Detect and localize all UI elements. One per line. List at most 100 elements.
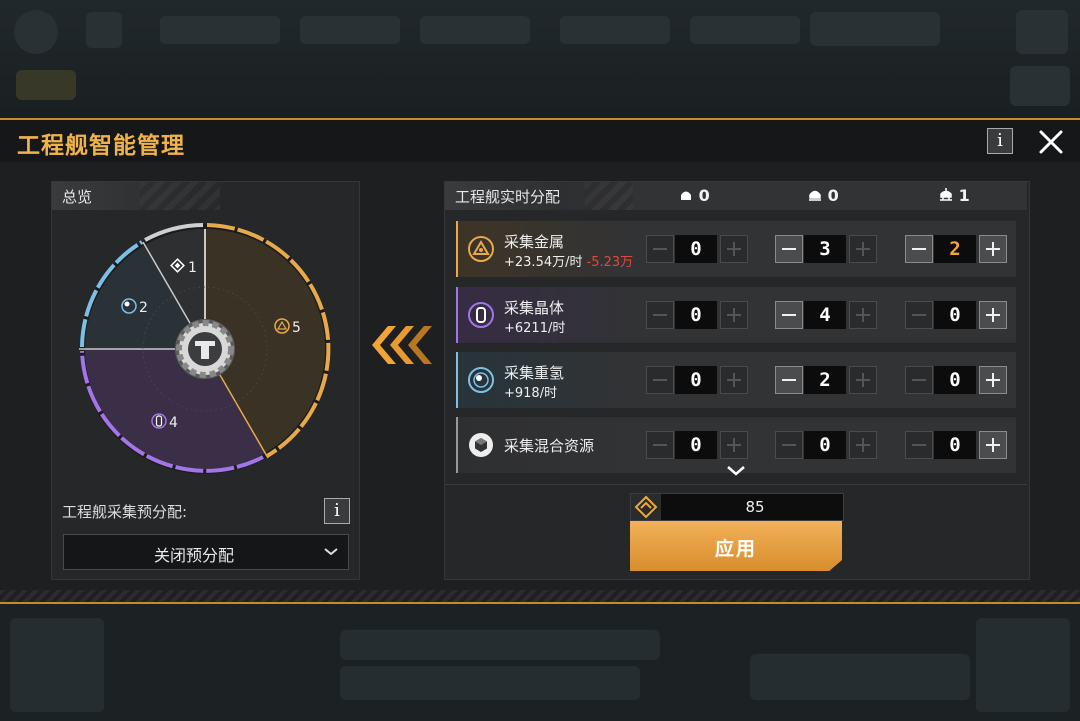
metal-row-rate-negative: -5.23万 — [586, 255, 634, 270]
stepper-value: 0 — [675, 431, 717, 459]
ship-small-icon — [681, 191, 691, 200]
hydrogen-count: 2 — [139, 300, 148, 316]
minus-button[interactable] — [775, 431, 803, 459]
plus-button[interactable] — [720, 366, 748, 394]
divider — [445, 484, 1027, 485]
plus-button[interactable] — [849, 301, 877, 329]
header-stripes — [585, 182, 633, 210]
diamond-count: 1 — [188, 260, 197, 276]
mixed-stepper-3: 0 — [905, 431, 1007, 459]
modal-hatch-strip — [0, 590, 1080, 602]
mixed-stepper-1: 0 — [646, 431, 748, 459]
hydrogen-stepper-2: 2 — [775, 366, 877, 394]
crystal-row-rate: +6211/时 — [504, 321, 566, 336]
crystal-count: 4 — [169, 415, 178, 431]
apply-button[interactable]: 应用 — [630, 521, 842, 571]
crystal-icon — [468, 302, 494, 328]
crystal-stepper-3: 0 — [905, 301, 1007, 329]
chevron-down-icon — [324, 541, 338, 565]
preset-info-button[interactable]: i — [324, 498, 350, 524]
minus-button[interactable] — [646, 366, 674, 394]
apply-button-label: 应用 — [714, 538, 757, 560]
minus-button[interactable] — [775, 301, 803, 329]
header-stripes — [140, 182, 220, 210]
overview-header-label: 总览 — [62, 188, 93, 206]
plus-button[interactable] — [720, 301, 748, 329]
info-button[interactable]: i — [987, 128, 1013, 154]
metal-icon — [468, 236, 494, 262]
modal-title: 工程舰智能管理 — [17, 133, 185, 159]
modal-bottom-border — [0, 602, 1080, 604]
stepper-value: 2 — [934, 235, 976, 263]
minus-button[interactable] — [646, 301, 674, 329]
stepper-value: 3 — [804, 235, 846, 263]
column-header-2: 0 — [808, 186, 839, 205]
hydrogen-row: 采集重氢 +918/时 0 2 0 — [456, 352, 1016, 408]
metal-stepper-2: 3 — [775, 235, 877, 263]
ship-medium-icon — [809, 190, 821, 201]
hydrogen-icon — [468, 367, 494, 393]
metal-count: 5 — [292, 320, 301, 336]
plus-button[interactable] — [979, 301, 1007, 329]
stepper-value: 4 — [804, 301, 846, 329]
crystal-stepper-2: 4 — [775, 301, 877, 329]
hydrogen-stepper-1: 0 — [646, 366, 748, 394]
cost-value: 85 — [745, 498, 765, 516]
minus-button[interactable] — [775, 235, 803, 263]
stepper-value: 0 — [934, 366, 976, 394]
preset-select[interactable]: 关闭预分配 — [63, 534, 349, 570]
plus-button[interactable] — [979, 366, 1007, 394]
minus-button[interactable] — [905, 301, 933, 329]
metal-stepper-3: 2 — [905, 235, 1007, 263]
realtime-header-label: 工程舰实时分配 — [455, 188, 561, 206]
hydrogen-row-name: 采集重氢 — [504, 364, 565, 382]
mixed-stepper-2: 0 — [775, 431, 877, 459]
stepper-value: 0 — [675, 366, 717, 394]
plus-button[interactable] — [979, 431, 1007, 459]
mixed-resource-icon — [469, 433, 493, 457]
background-bottom-hud — [0, 604, 1080, 721]
plus-button[interactable] — [849, 235, 877, 263]
plus-button[interactable] — [849, 431, 877, 459]
crystal-row-name: 采集晶体 — [504, 299, 565, 317]
hydrogen-stepper-3: 0 — [905, 366, 1007, 394]
hydrogen-row-rate: +918/时 — [504, 386, 558, 401]
preset-select-value: 关闭预分配 — [153, 546, 234, 565]
metal-row-name: 采集金属 — [504, 233, 565, 251]
minus-button[interactable] — [905, 235, 933, 263]
minus-button[interactable] — [646, 431, 674, 459]
stepper-value: 0 — [675, 235, 717, 263]
minus-button[interactable] — [905, 366, 933, 394]
stepper-value: 2 — [804, 366, 846, 394]
column-header-1: 0 — [679, 186, 710, 205]
plus-button[interactable] — [979, 235, 1007, 263]
minus-button[interactable] — [775, 366, 803, 394]
column-header-3: 1 — [939, 186, 970, 205]
ship-distribution-chart: 1 2 5 4 — [79, 223, 331, 474]
close-icon — [1039, 130, 1063, 154]
metal-row: 采集金属 +23.54万/时 -5.23万 0 3 2 — [456, 221, 1016, 277]
stepper-value: 0 — [675, 301, 717, 329]
plus-button[interactable] — [720, 235, 748, 263]
metal-row-rate: +23.54万/时 -5.23万 — [504, 255, 634, 270]
plus-button[interactable] — [720, 431, 748, 459]
crystal-row: 采集晶体 +6211/时 0 4 0 — [456, 287, 1016, 343]
plus-button[interactable] — [849, 366, 877, 394]
energy-icon — [631, 494, 661, 520]
scroll-down-chevron-icon[interactable] — [726, 464, 746, 478]
mixed-row-name: 采集混合资源 — [504, 437, 595, 455]
minus-button[interactable] — [905, 431, 933, 459]
engineering-gear-icon — [175, 319, 235, 379]
preset-label: 工程舰采集预分配: — [62, 503, 188, 521]
ship-large-icon — [940, 188, 952, 201]
close-button[interactable] — [1035, 126, 1067, 158]
metal-stepper-1: 0 — [646, 235, 748, 263]
minus-button[interactable] — [646, 235, 674, 263]
crystal-stepper-1: 0 — [646, 301, 748, 329]
transfer-arrows-icon — [372, 326, 432, 364]
cost-display: 85 — [630, 493, 844, 521]
stepper-value: 0 — [934, 301, 976, 329]
background-top-hud — [0, 0, 1080, 118]
stepper-value: 0 — [804, 431, 846, 459]
stepper-value: 0 — [934, 431, 976, 459]
